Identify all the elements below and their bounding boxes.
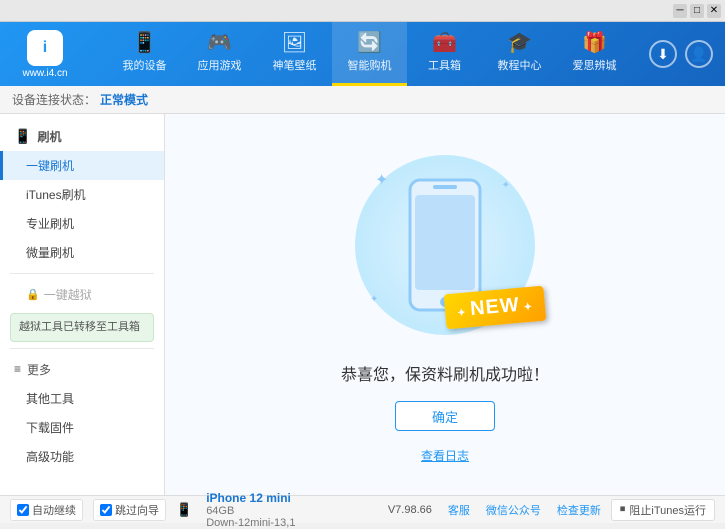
nav-smart-shop-label: 智能购机 (348, 57, 392, 73)
main-layout: 📱 刷机 一键刷机 iTunes刷机 专业刷机 微量刷机 🔒 一键越狱 越狱工具… (0, 114, 725, 495)
my-device-icon: 📱 (132, 33, 157, 53)
status-bar: 设备连接状态： 正常模式 (0, 86, 725, 114)
logo-site: www.i4.cn (22, 68, 67, 79)
nav-toolbox[interactable]: 🧰 工具箱 (407, 22, 482, 86)
sidebar-jailbreak: 🔒 一键越狱 (0, 280, 164, 309)
sidebar-download-firmware[interactable]: 下载固件 (0, 413, 164, 442)
flash-group-label: 📱 刷机 (0, 122, 164, 151)
nav-gift-shop-label: 爱思辨城 (573, 57, 617, 73)
auto-next-label: 自动继续 (32, 502, 76, 518)
new-badge: NEW (444, 286, 547, 330)
more-group-icon: ≡ (14, 362, 21, 376)
maximize-button[interactable]: □ (690, 4, 704, 18)
nav-tutorial[interactable]: 🎓 教程中心 (482, 22, 557, 86)
auto-next-check-container: 自动继续 (10, 499, 83, 521)
sidebar-other-tools[interactable]: 其他工具 (0, 384, 164, 413)
sparkle-3: ✦ (370, 294, 378, 305)
title-bar: ─ □ ✕ (0, 0, 725, 22)
download-button[interactable]: ⬇ (649, 40, 677, 68)
nav-gift-shop[interactable]: 🎁 爱思辨城 (557, 22, 632, 86)
confirm-button[interactable]: 确定 (395, 401, 495, 431)
nav-my-device[interactable]: 📱 我的设备 (107, 22, 182, 86)
sparkle-1: ✦ (375, 170, 388, 190)
nav-tutorial-label: 教程中心 (498, 57, 542, 73)
nav-right-actions: ⬇ 👤 (649, 40, 725, 68)
minimize-button[interactable]: ─ (673, 4, 687, 18)
nav-toolbox-label: 工具箱 (428, 57, 461, 73)
nav-apps-games[interactable]: 🎮 应用游戏 (182, 22, 257, 86)
bottom-right: V7.98.66 客服 微信公众号 检查更新 (388, 502, 601, 518)
status-value: 正常模式 (100, 91, 148, 108)
more-group-text: 更多 (27, 361, 51, 378)
flash-group-icon: 📱 (14, 128, 31, 145)
sidebar-notice: 越狱工具已转移至工具箱 (10, 313, 154, 342)
skip-wizard-checkbox[interactable] (100, 504, 112, 516)
update-link[interactable]: 检查更新 (557, 502, 601, 518)
content-area: ✦ ✦ ✦ NEW 恭喜您，保资料刷机成功啦！ (165, 114, 725, 495)
nav-apps-games-label: 应用游戏 (198, 57, 242, 73)
wechat-link[interactable]: 微信公众号 (486, 502, 541, 518)
sidebar-one-click-flash[interactable]: 一键刷机 (0, 151, 164, 180)
apps-games-icon: 🎮 (207, 33, 232, 53)
smart-shop-icon: 🔄 (357, 33, 382, 53)
log-link[interactable]: 查看日志 (421, 447, 469, 464)
nav-wallpaper[interactable]: 🖼 神笔壁纸 (257, 22, 332, 86)
top-nav: i www.i4.cn 📱 我的设备 🎮 应用游戏 🖼 神笔壁纸 🔄 智能购机 … (0, 22, 725, 86)
lock-icon: 🔒 (26, 288, 40, 301)
sidebar-pro-flash[interactable]: 专业刷机 (0, 209, 164, 238)
sparkle-2: ✦ (502, 180, 510, 191)
flash-group-text: 刷机 (37, 128, 61, 145)
tutorial-icon: 🎓 (507, 33, 532, 53)
sidebar: 📱 刷机 一键刷机 iTunes刷机 专业刷机 微量刷机 🔒 一键越狱 越狱工具… (0, 114, 165, 495)
bottom-bar: 自动继续 跳过向导 📱 iPhone 12 mini 64GB Down-12m… (0, 495, 725, 523)
more-group-label: ≡ 更多 (0, 355, 164, 384)
nav-wallpaper-label: 神笔壁纸 (273, 57, 317, 73)
device-phone-icon: 📱 (176, 502, 192, 518)
user-button[interactable]: 👤 (685, 40, 713, 68)
nav-smart-shop[interactable]: 🔄 智能购机 (332, 22, 407, 86)
sidebar-data-flash[interactable]: 微量刷机 (0, 238, 164, 267)
auto-next-checkbox[interactable] (17, 504, 29, 516)
sidebar-divider-2 (10, 348, 154, 349)
stop-itunes-button[interactable]: ⏹ 阻止iTunes运行 (611, 499, 715, 521)
stop-itunes-icon: ⏹ (620, 503, 626, 516)
sidebar-itunes-flash[interactable]: iTunes刷机 (0, 180, 164, 209)
sidebar-divider-1 (10, 273, 154, 274)
nav-my-device-label: 我的设备 (123, 57, 167, 73)
logo[interactable]: i www.i4.cn (0, 30, 90, 79)
phone-illustration: ✦ ✦ ✦ NEW (335, 145, 555, 345)
skip-wizard-label: 跳过向导 (115, 502, 159, 518)
device-storage: 64GB (206, 505, 295, 517)
sidebar-advanced[interactable]: 高级功能 (0, 442, 164, 471)
device-name: iPhone 12 mini (206, 491, 295, 505)
version-text: V7.98.66 (388, 504, 432, 516)
wallpaper-icon: 🖼 (282, 33, 307, 53)
logo-icon: i (27, 30, 63, 66)
success-text: 恭喜您，保资料刷机成功啦！ (341, 361, 549, 385)
gift-shop-icon: 🎁 (582, 33, 607, 53)
support-link[interactable]: 客服 (448, 502, 470, 518)
nav-items: 📱 我的设备 🎮 应用游戏 🖼 神笔壁纸 🔄 智能购机 🧰 工具箱 🎓 教程中心… (90, 22, 649, 86)
stop-itunes-label: 阻止iTunes运行 (629, 502, 706, 518)
status-label: 设备连接状态： (12, 91, 96, 108)
close-button[interactable]: ✕ (707, 4, 721, 18)
toolbox-icon: 🧰 (432, 33, 457, 53)
skip-wizard-check-container: 跳过向导 (93, 499, 166, 521)
